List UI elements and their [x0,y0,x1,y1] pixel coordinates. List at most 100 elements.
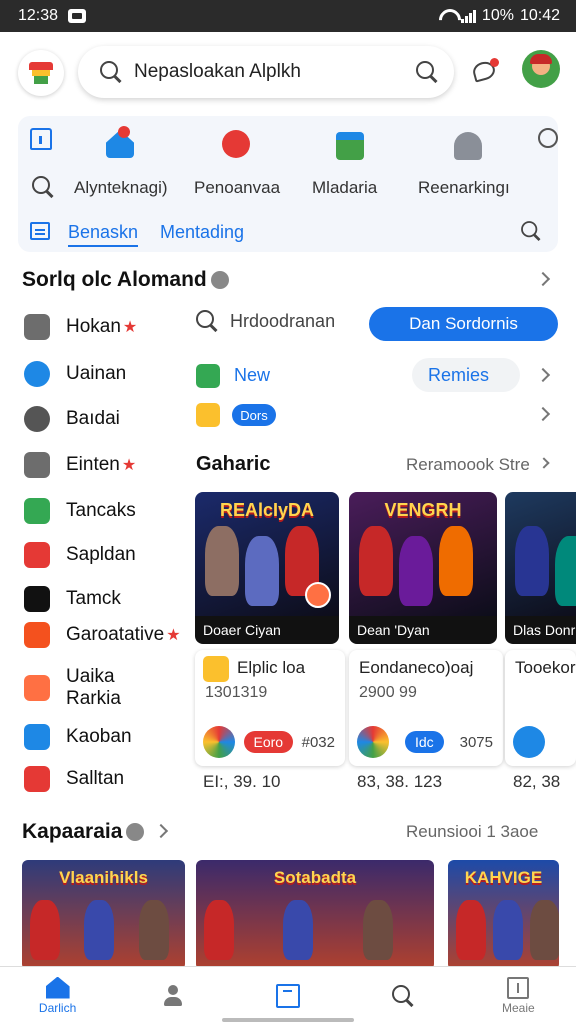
person-icon [162,984,184,1007]
character-figure [515,526,549,596]
game-card[interactable]: Dlas Donr [505,492,576,644]
remies-link[interactable]: Remies [428,365,489,386]
notification-icon [68,9,87,23]
games-see-all[interactable]: Reramoook Stre [406,455,530,475]
shield-app-icon [196,403,220,427]
character-figure [399,536,433,606]
game-extra: #032 [301,733,335,751]
character-figure [555,536,576,606]
search-chip[interactable]: Hrdoodranan [196,310,335,332]
box-icon[interactable] [336,132,364,160]
section2-title: Kapaaraia [22,820,145,844]
section-title: Sorlq olc Alomand [22,268,229,292]
nav-more[interactable]: Meaie [488,967,548,1024]
list-icon[interactable] [30,222,50,240]
search-chip-label: Hrdoodranan [230,310,336,331]
menu-item[interactable]: Baıdai [24,406,120,432]
tab-benaskn[interactable]: Benaskn [68,222,139,247]
game-caption: Dlas Donr [505,616,576,644]
menu-item-label: Tancaks [66,500,136,521]
art-card[interactable]: KAHVIGE [448,860,559,970]
game-chip-button[interactable]: Idc [404,731,444,753]
nav-search[interactable] [373,967,433,1024]
section-title-text: Sorlq olc Alomand [22,268,207,291]
play-badge-icon[interactable] [305,582,331,608]
section2-see-all[interactable]: Reunsiooi 1 3aoe [406,822,538,842]
game-info-card[interactable]: Elplic loa 1301319 Eoro #032 [195,650,345,766]
menu-item[interactable]: Hokan ★ [24,314,137,340]
art-card[interactable]: Sotabadta [196,860,434,970]
game-info-card[interactable]: Tooekor [505,650,576,766]
avatar[interactable] [522,50,560,88]
new-link[interactable]: New [234,365,270,386]
character-figure [205,526,239,596]
character-figure [204,900,234,960]
menu-item[interactable]: Sapldan [24,542,136,568]
games-title: Gaharic [196,453,271,475]
menu-item[interactable]: Kaoban [24,724,132,750]
menu-item-label: Hokan [66,316,121,337]
tab-mentading[interactable]: Mentading [160,222,244,243]
chevron-right-icon-4[interactable] [538,457,550,469]
game-card[interactable]: REAlcIyDA Doaer Ciyan [195,492,339,644]
menu-item[interactable]: Salltan [24,766,124,792]
menu-item[interactable]: Uainan [24,361,126,387]
nav-more-label: Meaie [502,1000,535,1015]
nav-profile[interactable] [143,967,203,1024]
play-icon [24,498,50,524]
character-figure [493,900,523,960]
menu-item[interactable]: Uaika Rarkia [24,666,136,710]
chrome-icon [357,726,389,758]
game-info-card[interactable]: Eondaneco)oaj 2900 99 Idc 3075 [349,650,503,766]
app-icon [24,675,50,701]
search-bar[interactable]: Nepasloakan Alplkh [78,46,454,98]
chevron-right-icon[interactable] [535,271,551,287]
nav-home[interactable]: Darlich [28,967,88,1024]
nav-library[interactable] [258,967,318,1024]
search-submit-icon[interactable] [416,61,438,83]
art-card[interactable]: Vlaanihikls [22,860,185,970]
dors-pill[interactable]: Dors [232,404,276,426]
home-icon[interactable] [30,128,52,150]
people-icon[interactable] [454,132,482,160]
record-icon[interactable] [222,130,250,158]
game-art: REAlcIyDA [195,492,339,616]
game-art-title: VENGRH [384,500,462,520]
notification-button[interactable] [470,56,500,86]
game-price: ΕΙ:, 39. 10 [203,772,281,791]
menu-item[interactable]: Einten ★ [24,452,136,478]
game-price: 83, 38. 123 [357,772,443,791]
game-info-row: Eoro #032 [203,726,335,758]
quick-label-4[interactable]: Reenarkingı [418,178,510,198]
library-icon [275,983,300,1008]
game-app-icon [203,656,229,682]
menu-item[interactable]: Tamck [24,586,121,612]
menu-item[interactable]: Garoatative ★ [24,622,181,648]
app-icon [24,586,50,612]
section2-title-text: Kapaaraia [22,820,123,843]
search-input[interactable]: Nepasloakan Alplkh [134,61,416,83]
game-chip-button[interactable]: Eoro [243,731,294,753]
quick-search-icon[interactable] [32,176,54,198]
status-time-right: 10:42 [519,7,560,24]
quick-label-2[interactable]: Penoanvaa [194,178,280,198]
game-caption: Doaer Ciyan [195,616,339,644]
chat-icon [24,361,50,387]
tab-search-icon[interactable] [521,221,541,241]
app-logo[interactable] [18,50,64,96]
primary-button[interactable]: Dan Sordornis [369,307,558,341]
refresh-icon[interactable] [538,128,558,148]
chevron-right-icon-2[interactable] [535,367,551,383]
quick-label-1[interactable]: Alynteknagi) [74,178,168,198]
app-round-icon [513,726,545,758]
quick-label-3[interactable]: Mladaria [312,178,377,198]
game-caption: Dean 'Dyan [349,616,497,644]
chevron-right-icon-5[interactable] [153,823,169,839]
character-figure [456,900,486,960]
art-card-title: Vlaanihikls [59,868,148,887]
menu-item[interactable]: Tancaks [24,498,136,524]
chevron-right-icon-3[interactable] [535,406,551,422]
game-card[interactable]: VENGRH Dean 'Dyan [349,492,497,644]
wifi-icon [439,9,455,23]
game-name: Tooekor [515,658,576,677]
